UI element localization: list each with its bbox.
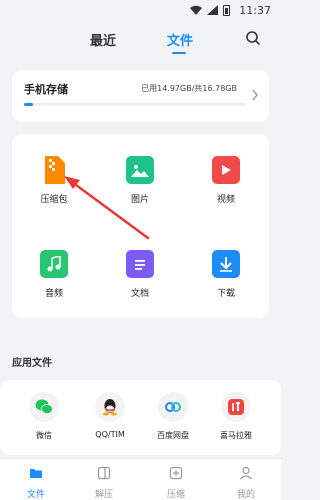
nav-label: 解压 [94,490,113,500]
category-label: 音频 [44,289,63,299]
category-label: 图片 [130,195,149,205]
baidu-netdisk-icon [158,392,188,422]
ximalaya-icon [221,392,251,422]
app-files-heading: 应用文件 [12,358,52,369]
category-label: 压缩包 [40,195,68,205]
app-label: QQ/TIM [95,430,125,439]
nav-label: 压缩 [166,490,185,500]
search-icon[interactable] [245,30,261,46]
nav-label: 我的 [236,490,255,500]
tab-active-indicator [172,52,186,54]
category-label: 视频 [216,195,235,205]
wechat-icon [29,392,59,422]
category-zip[interactable]: 压缩包 [24,156,84,220]
nav-profile[interactable]: 我的 [221,465,271,500]
app-baidu-netdisk[interactable]: 百度网盘 [143,392,203,441]
bottom-navigation: 文件 解压 压缩 我的 [0,458,281,500]
storage-usage-text: 已用14.97GB/共16.78GB [141,84,237,93]
tab-files[interactable]: 文件 [167,30,193,49]
chevron-right-icon [252,89,258,101]
nav-label: 文件 [26,490,45,500]
compress-icon [169,466,183,480]
wifi-icon [190,5,203,15]
image-icon [126,156,154,184]
document-icon [126,250,154,278]
category-downloads[interactable]: 下载 [196,250,256,314]
app-label: 百度网盘 [157,431,189,440]
app-qq[interactable]: QQ/TIM [80,392,140,439]
file-categories-card: 压缩包 图片 视频 音频 文档 下载 [12,134,269,318]
category-videos[interactable]: 视频 [196,156,256,220]
storage-progress-bar [24,103,246,106]
top-tabs: 最近 文件 [0,24,281,54]
video-icon [212,156,240,184]
category-images[interactable]: 图片 [110,156,170,220]
unzip-icon [97,466,111,480]
status-bar: 11:37 [0,0,281,20]
tab-recent[interactable]: 最近 [90,30,116,49]
nav-unzip[interactable]: 解压 [79,465,129,500]
profile-icon [240,466,252,480]
battery-icon [223,4,231,16]
music-icon [40,250,68,278]
app-ximalaya[interactable]: 喜马拉雅 [206,392,266,441]
app-label: 喜马拉雅 [220,431,252,440]
download-icon [212,250,240,278]
category-label: 下载 [216,289,235,299]
phone-storage-card[interactable]: 手机存储 已用14.97GB/共16.78GB [12,70,269,122]
folder-icon [30,469,42,478]
app-label: 微信 [36,431,52,440]
app-files-card: 微信 QQ/TIM 百度网盘 喜马拉雅 [0,380,281,455]
status-time: 11:37 [239,3,271,17]
category-label: 文档 [130,289,149,299]
category-audio[interactable]: 音频 [24,250,84,314]
nav-files[interactable]: 文件 [11,465,61,500]
qq-icon [95,392,125,422]
zip-icon [40,156,68,184]
signal-icon [207,5,219,15]
storage-title: 手机存储 [24,83,68,96]
storage-progress-fill [24,103,33,106]
nav-compress[interactable]: 压缩 [151,465,201,500]
app-wechat[interactable]: 微信 [14,392,74,441]
category-documents[interactable]: 文档 [110,250,170,314]
